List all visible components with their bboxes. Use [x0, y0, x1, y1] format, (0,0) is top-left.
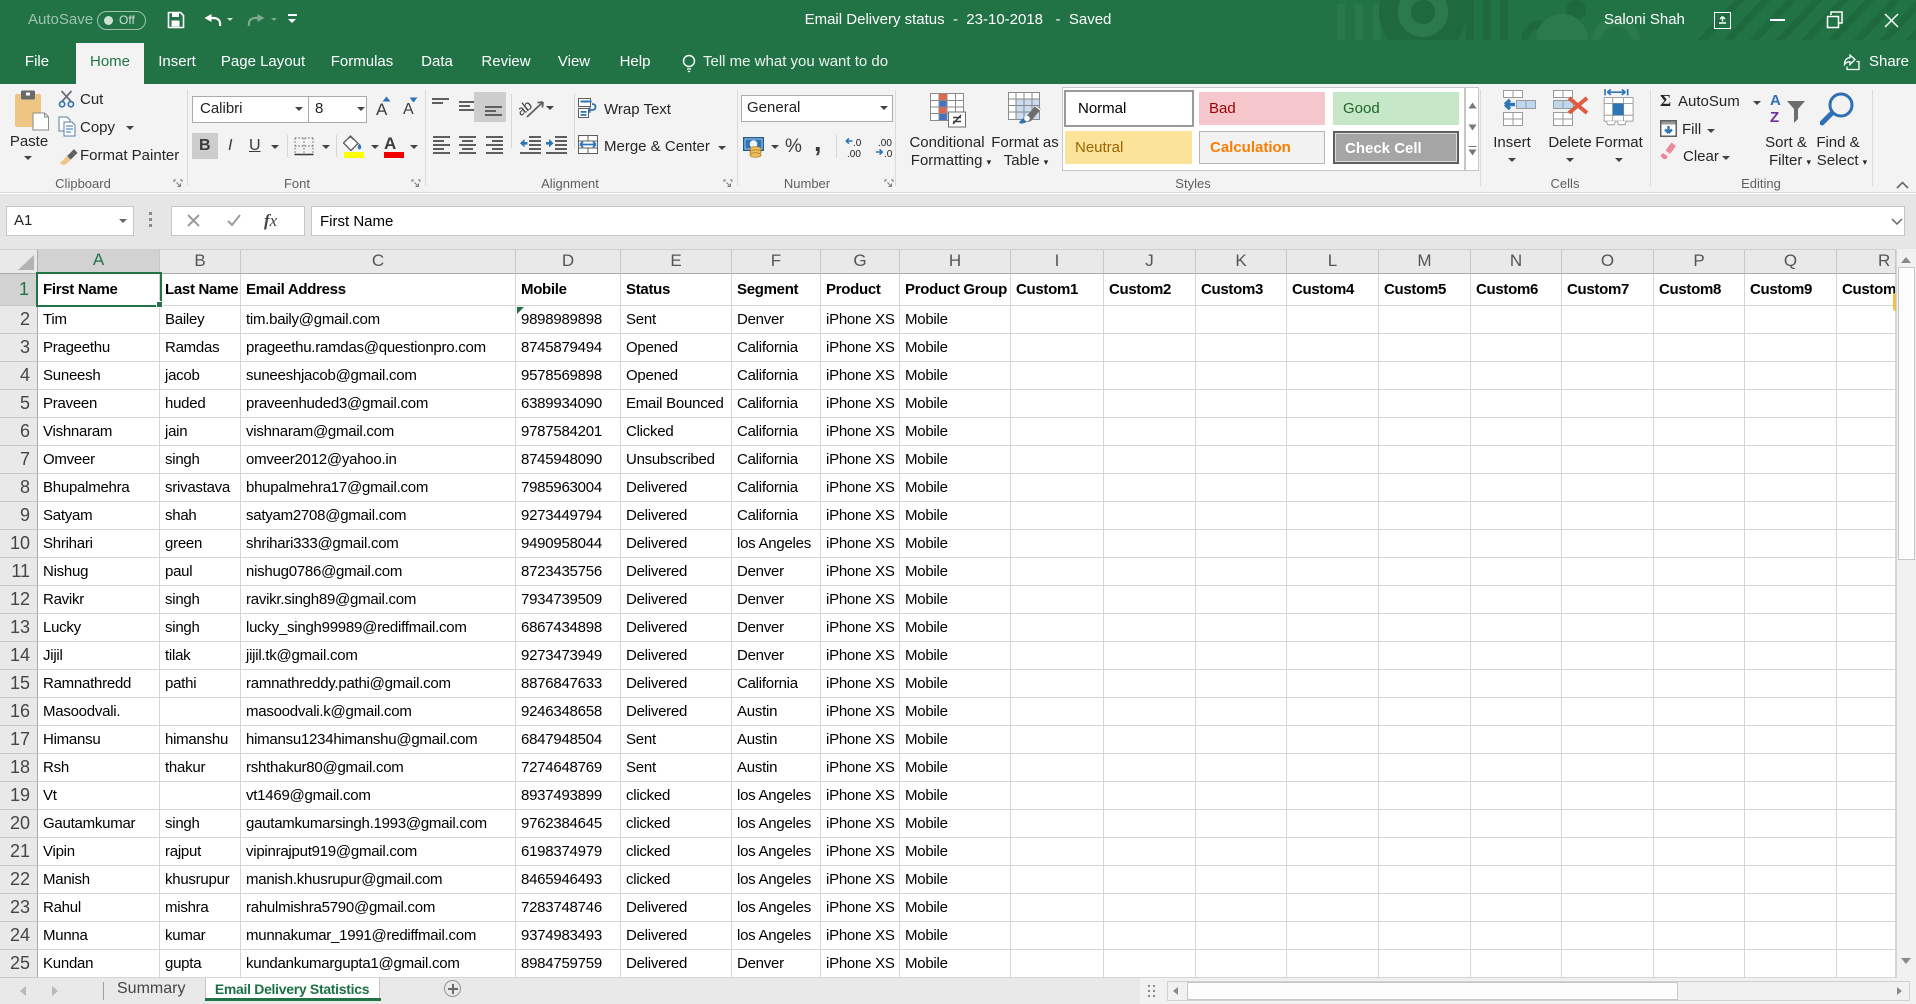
svg-text:Z: Z: [1770, 109, 1779, 126]
svg-text:ab: ab: [519, 98, 535, 118]
svg-text:Σ: Σ: [1660, 92, 1671, 109]
svg-text:A: A: [1770, 92, 1781, 109]
